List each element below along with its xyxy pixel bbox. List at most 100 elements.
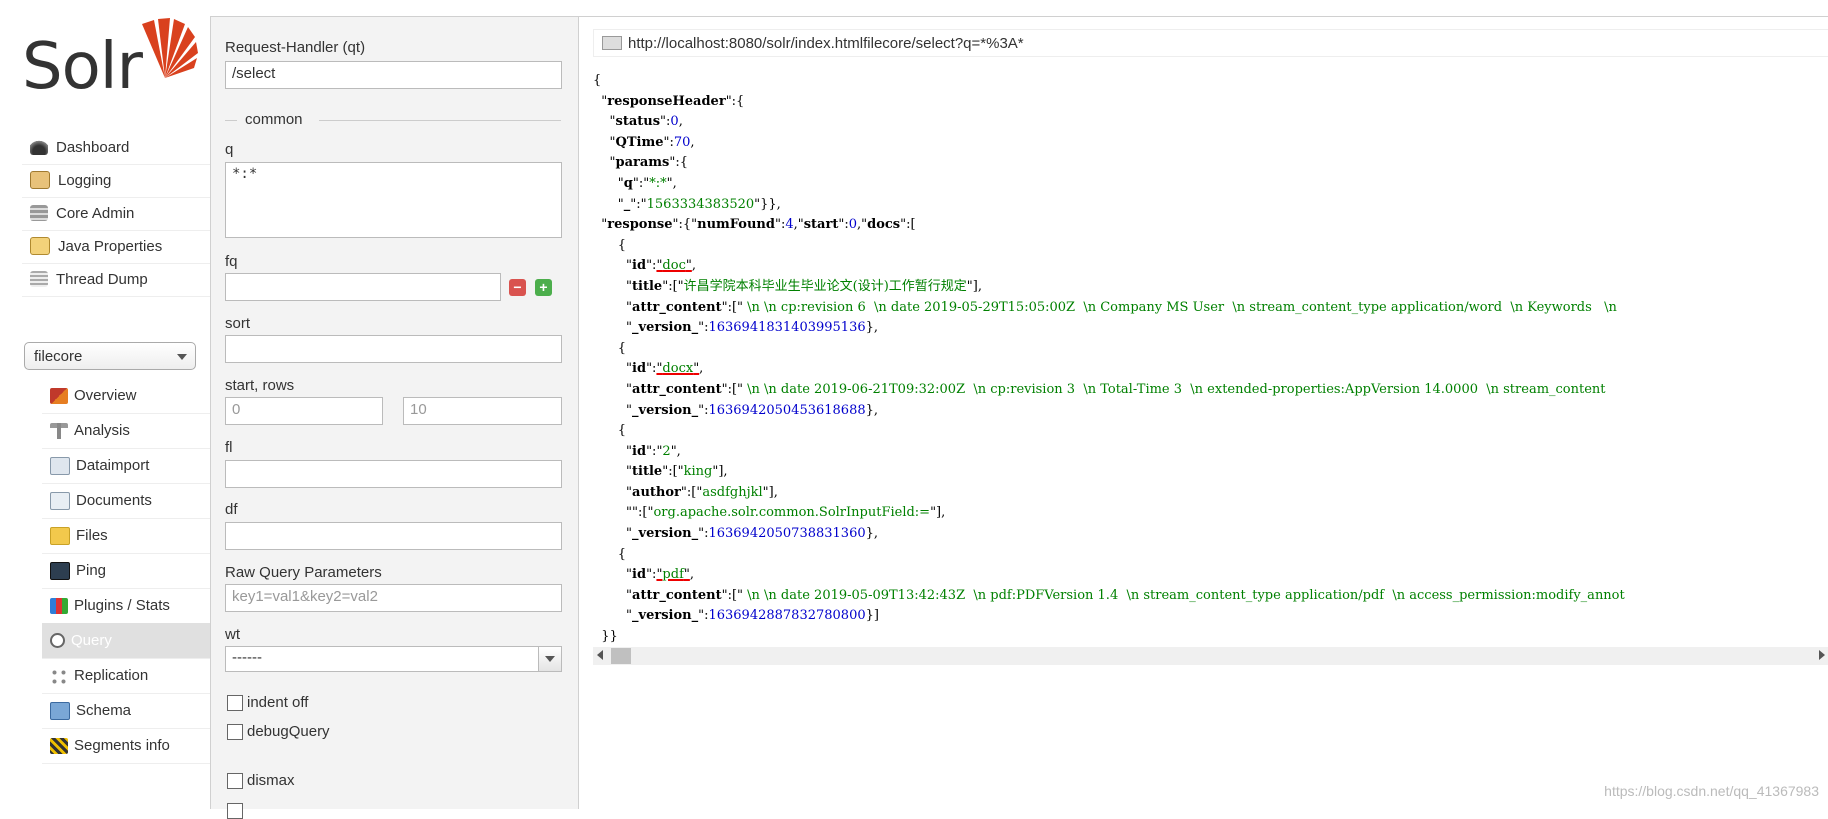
link-icon <box>602 36 622 50</box>
chevron-down-icon <box>538 647 561 671</box>
legend-text: common <box>245 111 303 128</box>
doc-version: 1636942050453618688 <box>708 402 866 418</box>
fl-input[interactable] <box>225 460 562 488</box>
dismax-checkbox[interactable] <box>227 773 243 789</box>
sort-label: sort <box>225 315 251 332</box>
edismax-checkbox[interactable] <box>227 803 243 819</box>
logo-text: Solr <box>22 30 143 104</box>
logging-icon <box>30 171 50 189</box>
start-rows-label: start, rows <box>225 377 295 394</box>
query-result-panel: http://localhost:8080/solr/index.htmlfil… <box>578 16 1828 809</box>
qt-input[interactable]: /select <box>225 61 562 89</box>
home-icon <box>50 387 68 404</box>
raw-params-input[interactable]: key1=val1&key2=val2 <box>225 584 562 612</box>
doc-attr-content: \n \n date 2019-06-21T09:32:00Z \n cp:re… <box>743 381 1606 397</box>
doc-empty-key-value: org.apache.solr.common.SolrInputField:= <box>653 505 931 521</box>
solr-logo[interactable]: Solr <box>22 16 198 106</box>
request-url: http://localhost:8080/solr/index.htmlfil… <box>628 34 1024 52</box>
replication-icon <box>50 667 68 684</box>
qtime-value: 70 <box>673 134 691 150</box>
nav-label: Documents <box>76 492 152 509</box>
core-nav-query[interactable]: Query <box>42 623 210 659</box>
core-nav-ping[interactable]: Ping <box>42 553 210 589</box>
scroll-left-icon[interactable] <box>597 650 603 660</box>
ping-icon <box>50 561 70 580</box>
debugquery-label: debugQuery <box>247 723 330 740</box>
indent-checkbox[interactable] <box>227 695 243 711</box>
core-nav-segments-info[interactable]: Segments info <box>42 728 210 764</box>
common-fieldset-legend: common <box>225 111 561 128</box>
nav-label: Dataimport <box>76 457 150 474</box>
doc-title: 许昌学院本科毕业生毕业论文(设计)工作暂行规定 <box>683 278 967 294</box>
start-input[interactable]: 0 <box>225 397 383 425</box>
nav-label: Thread Dump <box>56 270 148 288</box>
q-textarea[interactable]: *:* <box>225 162 562 238</box>
doc-id: doc <box>662 258 686 274</box>
core-nav-files[interactable]: Files <box>42 518 210 554</box>
horizontal-scrollbar[interactable] <box>593 647 1828 665</box>
rows-input[interactable]: 10 <box>403 397 562 425</box>
nav-label: Files <box>76 527 108 544</box>
doc-id: 2 <box>662 443 671 459</box>
thread-dump-icon <box>30 271 48 287</box>
doc-attr-content: \n \n cp:revision 6 \n date 2019-05-29T1… <box>743 299 1617 315</box>
nav-label: Overview <box>74 387 137 404</box>
debugquery-checkbox[interactable] <box>227 724 243 740</box>
nav-label: Dashboard <box>56 138 130 156</box>
scrollbar-thumb[interactable] <box>611 648 631 664</box>
core-nav-replication[interactable]: Replication <box>42 658 210 694</box>
plugins-icon <box>50 597 68 614</box>
add-fq-button[interactable]: + <box>535 279 552 296</box>
core-nav-documents[interactable]: Documents <box>42 483 210 519</box>
wt-select-value: ------ <box>232 649 262 666</box>
folder-icon <box>50 526 70 545</box>
json-response: { "responseHeader":{ "status":0, "QTime"… <box>593 73 1625 645</box>
core-nav-schema[interactable]: Schema <box>42 693 210 729</box>
status-value: 0 <box>670 114 679 130</box>
nav-label: Core Admin <box>56 204 135 222</box>
start-value: 0 <box>848 217 857 233</box>
df-label: df <box>225 501 238 518</box>
nav-thread-dump[interactable]: Thread Dump <box>22 262 210 297</box>
param-q-value: *:* <box>649 175 667 191</box>
core-nav-overview[interactable]: Overview <box>42 378 210 414</box>
doc-version: 1636941831403995136 <box>708 320 866 336</box>
nav-label: Analysis <box>74 422 130 439</box>
nav-dashboard[interactable]: Dashboard <box>22 130 210 165</box>
param-underscore-value: 1563334383520 <box>646 196 755 212</box>
doc-title: king <box>683 464 713 480</box>
documents-icon <box>50 491 70 510</box>
doc-version: 1636942050738831360 <box>708 526 866 542</box>
nav-logging[interactable]: Logging <box>22 163 210 198</box>
nav-label: Plugins / Stats <box>74 597 170 614</box>
doc-version: 1636942887832780800 <box>708 608 866 624</box>
nav-core-admin[interactable]: Core Admin <box>22 196 210 231</box>
search-icon <box>50 633 65 648</box>
scroll-right-icon[interactable] <box>1819 650 1825 660</box>
fq-input[interactable] <box>225 273 501 301</box>
wt-select[interactable]: ------ <box>225 646 562 672</box>
nav-label: Query <box>71 632 112 649</box>
nav-label: Schema <box>76 702 132 719</box>
raw-params-label: Raw Query Parameters <box>225 564 382 581</box>
schema-icon <box>50 701 70 720</box>
doc-author: asdfghjkl <box>702 484 763 500</box>
doc-id: pdf <box>662 567 684 583</box>
nav-java-properties[interactable]: Java Properties <box>22 229 210 264</box>
remove-fq-button[interactable]: − <box>509 279 526 296</box>
df-input[interactable] <box>225 522 562 550</box>
dismax-label: dismax <box>247 772 295 789</box>
core-selector[interactable]: filecore <box>24 342 196 370</box>
core-nav-plugins-stats[interactable]: Plugins / Stats <box>42 588 210 624</box>
q-label: q <box>225 141 234 158</box>
solr-sunburst-icon <box>142 18 198 78</box>
request-url-link[interactable]: http://localhost:8080/solr/index.htmlfil… <box>593 29 1828 57</box>
fl-label: fl <box>225 439 233 456</box>
chevron-down-icon <box>177 354 187 360</box>
sort-input[interactable] <box>225 335 562 363</box>
core-admin-icon <box>30 205 48 221</box>
core-nav-analysis[interactable]: Analysis <box>42 413 210 449</box>
fq-label: fq <box>225 253 238 270</box>
watermark: https://blog.csdn.net/qq_41367983 <box>1604 783 1819 799</box>
core-nav-dataimport[interactable]: Dataimport <box>42 448 210 484</box>
